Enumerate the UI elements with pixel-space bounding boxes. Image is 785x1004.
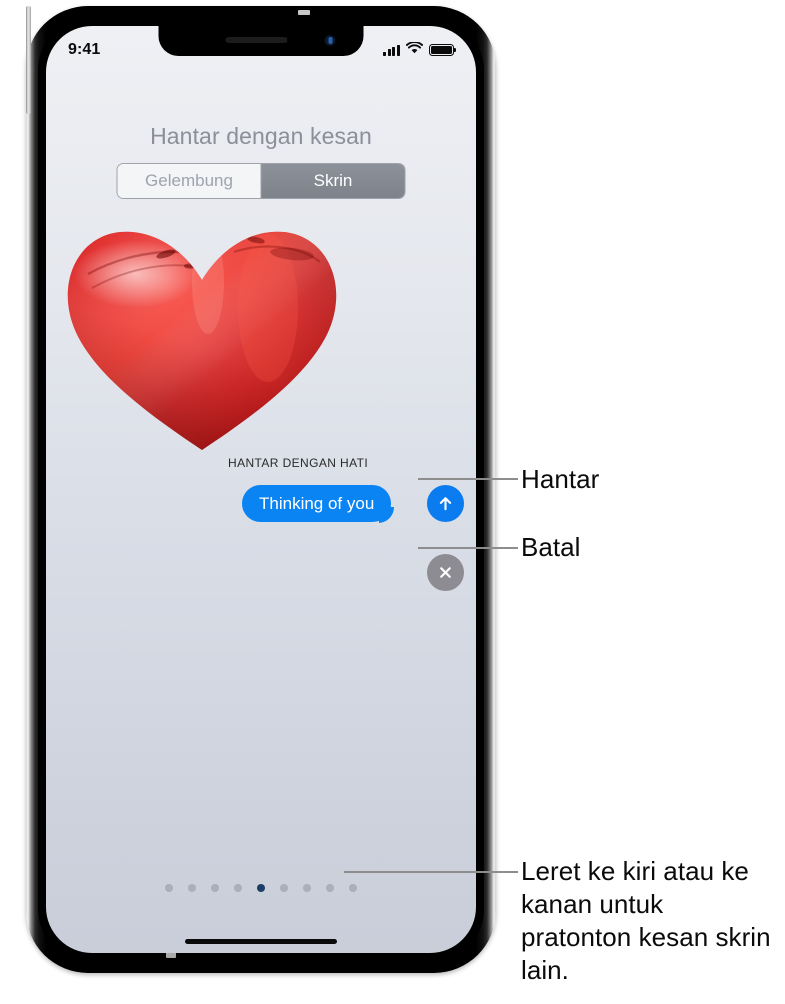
home-indicator[interactable] [185,939,337,944]
status-time: 9:41 [68,41,101,58]
callout-leader-line-send [418,478,518,480]
page-dots[interactable] [46,884,476,892]
arrow-up-icon [439,497,452,511]
signal-bars-icon [383,44,400,56]
page-dot[interactable] [188,884,196,892]
red-heart-balloon [58,212,346,454]
segment-screen[interactable]: Skrin [260,164,405,198]
message-bubble[interactable]: Thinking of you [242,485,392,522]
page-dot[interactable] [165,884,173,892]
phone-screen: 9:41 Hantar dengan kesan Gelembung Skrin… [46,26,476,953]
status-icons [383,41,457,59]
page-dot[interactable] [234,884,242,892]
cancel-button[interactable] [427,554,464,591]
callout-label-cancel: Batal [521,532,581,562]
effect-caption: HANTAR DENGAN HATI [228,456,369,470]
send-button[interactable] [427,485,464,522]
front-camera-icon [324,35,336,46]
segment-bubble[interactable]: Gelembung [117,164,261,198]
message-bubble-tail [379,507,395,523]
callout-leader-line-cancel [418,547,518,549]
close-x-icon [440,567,451,578]
callout-label-swipe: Leret ke kiri atau ke kanan untuk praton… [521,856,771,986]
callout-label-send: Hantar [521,464,600,494]
battery-icon [429,44,457,56]
page-title: Hantar dengan kesan [150,123,372,149]
speaker-grille-icon [225,37,288,43]
callout-leader-line-swipe [344,871,518,873]
page-dot[interactable] [349,884,357,892]
phone-frame: 9:41 Hantar dengan kesan Gelembung Skrin… [26,6,496,973]
page-dot[interactable] [303,884,311,892]
wifi-icon [405,41,424,59]
power-button[interactable] [26,6,31,114]
page-dot[interactable] [280,884,288,892]
page-dot[interactable] [211,884,219,892]
message-bubble-text: Thinking of you [259,493,375,513]
page-dot[interactable] [326,884,334,892]
effect-type-segmented-control[interactable]: Gelembung Skrin [116,163,406,199]
antenna-line-top [298,10,310,15]
page-dot-active[interactable] [257,884,265,892]
notch [158,26,364,56]
